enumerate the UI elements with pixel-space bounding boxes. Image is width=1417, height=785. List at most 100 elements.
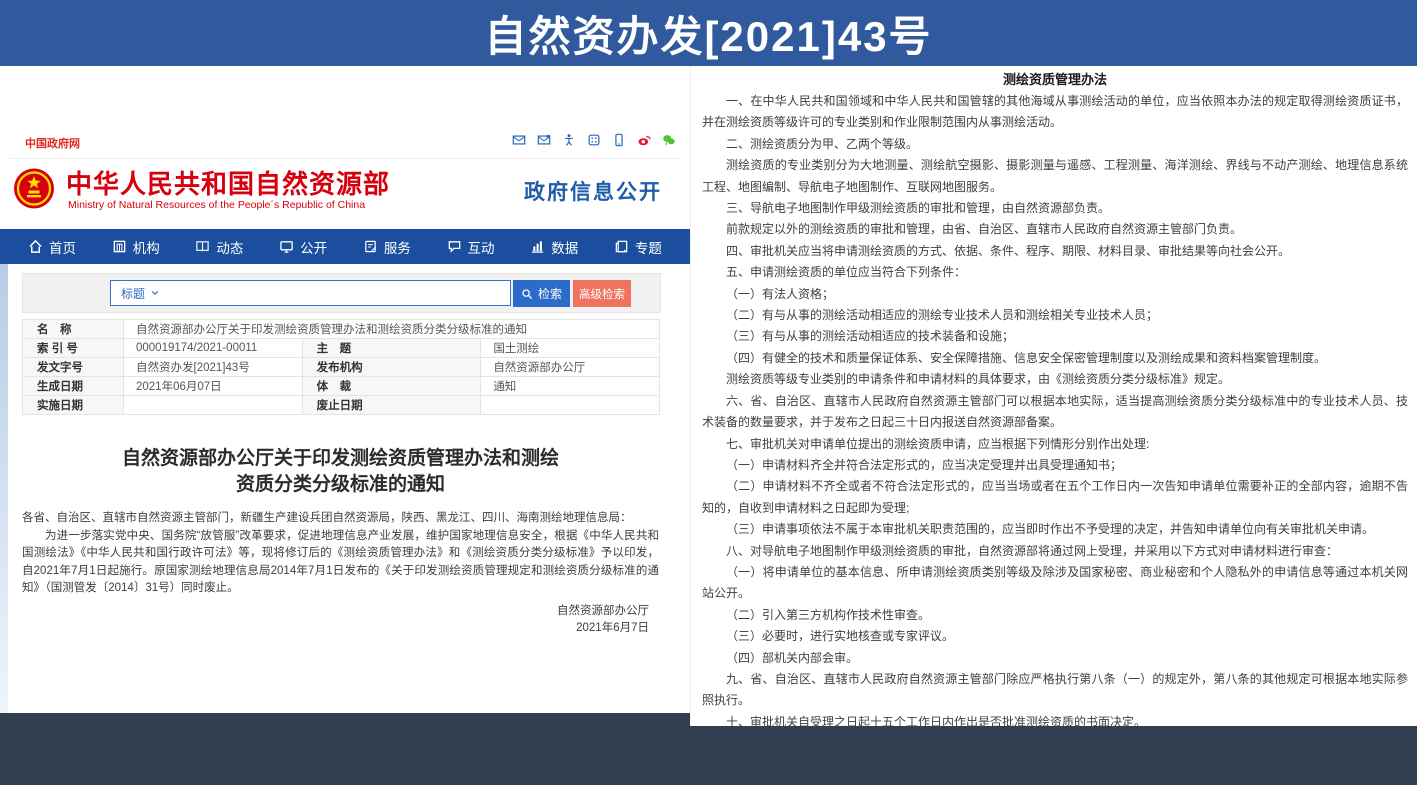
interact-icon [447,239,462,254]
nav-item-label: 首页 [49,237,76,257]
regulation-paragraph: （一）有法人资格； [702,284,1408,305]
regulation-paragraph: 八、对导航电子地图制作甲级测绘资质的审批，自然资源部将通过网上受理，并采用以下方… [702,541,1408,562]
regulation-paragraph: 五、申请测绘资质的单位应当符合下列条件： [702,262,1408,283]
regulation-title: 测绘资质管理办法 [702,71,1408,89]
regulation-paragraph: 一、在中华人民共和国领域和中华人民共和国管辖的其他海域从事测绘活动的单位，应当依… [702,91,1408,134]
org-icon [112,239,127,254]
gov-portal-link[interactable]: 中国政府网 [25,135,80,151]
notice-document: 自然资源部办公厅关于印发测绘资质管理办法和测绘 资质分类分级标准的通知 各省、自… [22,446,659,638]
table-row: 名 称自然资源部办公厅关于印发测绘资质管理办法和测绘资质分类分级标准的通知 [23,320,660,339]
meta-label: 废止日期 [302,396,481,415]
notice-paragraph: 为进一步落实党中央、国务院“放管服”改革要求，促进地理信息产业发展，维护国家地理… [22,528,659,598]
meta-label: 名 称 [23,320,124,339]
regulation-paragraph: 六、省、自治区、直辖市人民政府自然资源主管部门可以根据本地实际，适当提高测绘资质… [702,391,1408,434]
regulation-paragraph: 三、导航电子地图制作甲级测绘资质的审批和管理，由自然资源部负责。 [702,198,1408,219]
meta-label: 主 题 [302,339,481,358]
notice-body: 各省、自治区、直辖市自然资源主管部门，新疆生产建设兵团自然资源局，陕西、黑龙江、… [22,510,659,598]
table-row: 发文字号自然资办发[2021]43号发布机构自然资源部办公厅 [23,358,660,377]
regulation-paragraph: （二）引入第三方机构作技术性审查。 [702,605,1408,626]
document-number-title: 自然资办发[2021]43号 [484,3,932,64]
nav-item-news[interactable]: 动态 [195,237,243,257]
regulation-paragraph: 九、省、自治区、直辖市人民政府自然资源主管部门除应严格执行第八条（一）的规定外，… [702,669,1408,712]
page-background-strip [0,264,8,713]
notice-date: 2021年6月7日 [22,620,649,638]
ministry-name-en: Ministry of Natural Resources of the Peo… [68,199,365,211]
table-row: 实施日期 废止日期 [23,396,660,415]
gov-info-disclosure-title[interactable]: 政府信息公开 [524,176,662,206]
nav-item-label: 专题 [635,237,662,257]
meta-value: 自然资源部办公厅关于印发测绘资质管理办法和测绘资质分类分级标准的通知 [124,320,660,339]
search-bar: 标题 检索 高级检索 [22,273,661,313]
document-metadata-table: 名 称自然资源部办公厅关于印发测绘资质管理办法和测绘资质分类分级标准的通知索 引… [22,319,660,415]
app-icon[interactable] [587,133,601,147]
mobile-icon[interactable] [612,133,626,147]
regulation-paragraph: （三）有与从事的测绘活动相适应的技术装备和设施； [702,326,1408,347]
site-navbar: 首页 机构 动态 公开 服务 互动 数据 专题 [0,229,690,264]
ministry-website-screenshot: 中国政府网 中华人民共和国自然资源部 Ministry of Natural R… [0,66,690,713]
ministry-name-cn: 中华人民共和国自然资源部 [66,164,390,201]
meta-value: 自然资办发[2021]43号 [124,358,303,377]
search-field-selector[interactable]: 标题 [121,285,145,302]
meta-label: 生成日期 [23,377,124,396]
advanced-search-label: 高级检索 [579,286,625,302]
notice-signature: 自然资源部办公厅 2021年6月7日 [22,603,659,638]
accessibility-icon[interactable] [562,133,576,147]
regulation-paragraph: 二、测绘资质分为甲、乙两个等级。 [702,134,1408,155]
slide-title-banner: 自然资办发[2021]43号 [0,0,1417,66]
meta-label: 发布机构 [302,358,481,377]
meta-value: 通知 [481,377,660,396]
nav-item-topics[interactable]: 专题 [614,237,662,257]
nav-item-services[interactable]: 服务 [363,237,411,257]
meta-value: 自然资源部办公厅 [481,358,660,377]
regulation-paragraph: （二）有与从事的测绘活动相适应的测绘专业技术人员和测绘相关专业技术人员； [702,305,1408,326]
search-input[interactable]: 标题 [110,280,511,306]
news-icon [195,239,210,254]
search-button-label: 检索 [538,285,562,302]
regulation-paragraph: 四、审批机关应当将申请测绘资质的方式、依据、条件、程序、期限、材料目录、审批结果… [702,241,1408,262]
mail-icon[interactable] [512,133,526,147]
nav-item-label: 机构 [133,237,160,257]
meta-label: 索 引 号 [23,339,124,358]
regulation-paragraph: 测绘资质的专业类别分为大地测量、测绘航空摄影、摄影测量与遥感、工程测量、海洋测绘… [702,155,1408,198]
notice-paragraph: 各省、自治区、直辖市自然资源主管部门，新疆生产建设兵团自然资源局，陕西、黑龙江、… [22,510,659,528]
regulation-paragraph: （三）必要时，进行实地核查或专家评议。 [702,626,1408,647]
nav-item-interaction[interactable]: 互动 [447,237,495,257]
mail-alt-icon[interactable] [537,133,551,147]
regulation-paragraph: 十、审批机关自受理之日起十五个工作日内作出是否批准测绘资质的书面决定。 [702,712,1408,726]
regulation-paragraph: （三）申请事项依法不属于本审批机关职责范围的，应当即时作出不予受理的决定，并告知… [702,519,1408,540]
meta-value: 2021年06月07日 [124,377,303,396]
search-button[interactable]: 检索 [513,280,570,307]
nav-item-disclosure[interactable]: 公开 [279,237,327,257]
topbar-divider [10,158,680,159]
presentation-slide: 自然资办发[2021]43号 中国政府网 中华人民共和国自然资源部 Minist… [0,0,1417,785]
meta-value [124,396,303,415]
regulation-paragraph: 测绘资质等级专业类别的申请条件和申请材料的具体要求，由《测绘资质分类分级标准》规… [702,369,1408,390]
nav-item-label: 公开 [300,237,327,257]
notice-title-line2: 资质分类分级标准的通知 [22,472,659,498]
notice-signer: 自然资源部办公厅 [22,603,649,621]
nav-item-label: 数据 [551,237,578,257]
nav-item-label: 动态 [216,237,243,257]
meta-value: 000019174/2021-00011 [124,339,303,358]
table-row: 生成日期2021年06月07日体 裁通知 [23,377,660,396]
topics-icon [614,239,629,254]
meta-value [481,396,660,415]
wechat-icon[interactable] [662,133,676,147]
regulation-paragraph: （四）部机关内部会审。 [702,648,1408,669]
nav-item-label: 互动 [468,237,495,257]
search-icon [521,288,533,300]
topbar-icon-row [512,133,676,147]
regulation-body: 一、在中华人民共和国领域和中华人民共和国管辖的其他海域从事测绘活动的单位，应当依… [702,91,1408,726]
advanced-search-button[interactable]: 高级检索 [573,280,631,307]
weibo-icon[interactable] [637,133,651,147]
chevron-down-icon [150,288,160,298]
nav-item-data[interactable]: 数据 [530,237,578,257]
disclosure-icon [279,239,294,254]
nav-item-orgs[interactable]: 机构 [112,237,160,257]
nav-item-home[interactable]: 首页 [28,237,76,257]
service-icon [363,239,378,254]
nav-item-label: 服务 [384,237,411,257]
meta-value: 国土测绘 [481,339,660,358]
regulation-text-panel: 测绘资质管理办法 一、在中华人民共和国领域和中华人民共和国管辖的其他海域从事测绘… [690,66,1417,726]
meta-label: 实施日期 [23,396,124,415]
